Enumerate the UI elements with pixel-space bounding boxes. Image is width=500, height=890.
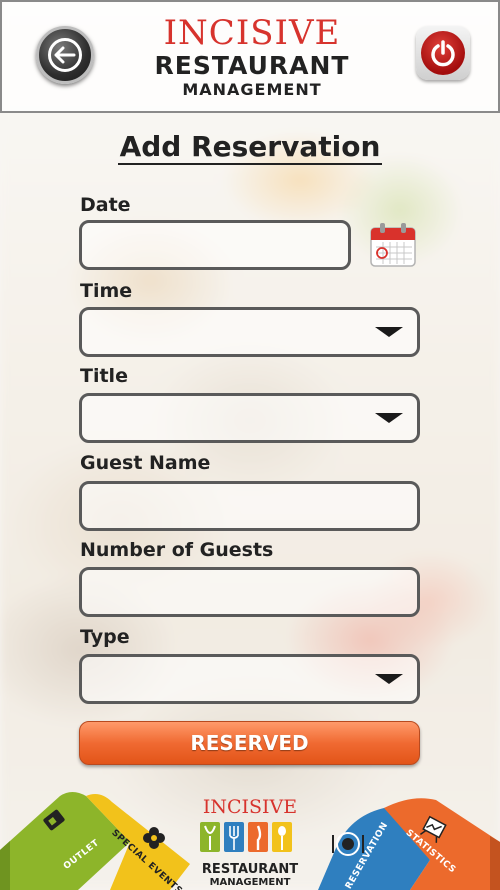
- app-header: INCISIVE RESTAURANT MANAGEMENT: [0, 0, 500, 113]
- nav-brand-subtitle: RESTAURANT: [201, 862, 299, 877]
- calendar-icon[interactable]: [368, 220, 418, 270]
- nav-brand-title[interactable]: INCISIVE: [180, 796, 320, 818]
- chevron-down-icon: [375, 413, 403, 423]
- power-icon: [421, 31, 465, 75]
- page-title-text: Add Reservation: [117, 130, 383, 165]
- title-select[interactable]: [79, 393, 420, 443]
- logout-button[interactable]: [416, 26, 470, 80]
- brand-tagline: MANAGEMENT: [182, 80, 322, 99]
- title-label: Title: [80, 365, 128, 387]
- type-label: Type: [80, 626, 130, 648]
- reserved-button[interactable]: RESERVED: [79, 721, 420, 765]
- chevron-down-icon: [375, 327, 403, 337]
- guest-name-label: Guest Name: [80, 452, 211, 474]
- time-label: Time: [80, 280, 133, 302]
- time-select[interactable]: [79, 307, 420, 357]
- chevron-down-icon: [375, 674, 403, 684]
- date-input[interactable]: [79, 220, 351, 270]
- nav-brand-tagline: MANAGEMENT: [209, 877, 291, 888]
- date-label: Date: [80, 194, 131, 216]
- number-of-guests-label: Number of Guests: [80, 539, 274, 561]
- type-select[interactable]: [79, 654, 420, 704]
- page-title: Add Reservation: [0, 130, 500, 165]
- utensils-logo-icon: [200, 822, 292, 852]
- guest-name-input[interactable]: [79, 481, 420, 531]
- number-of-guests-input[interactable]: [79, 567, 420, 617]
